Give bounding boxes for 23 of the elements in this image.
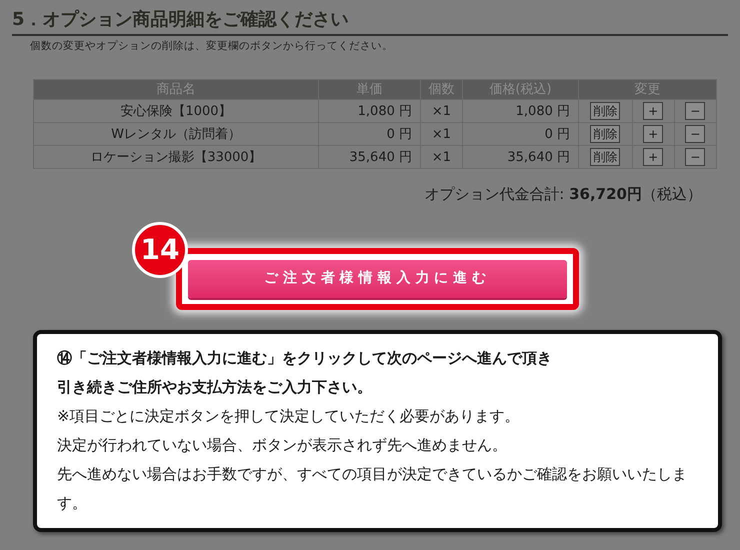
note-text: 決定が行われていない場合、ボタンが表示されず先へ進めません。 [57, 435, 508, 456]
note-text: ⑭「ご注文者様情報入力に進む」をクリックして次のページへ進んで頂き [57, 348, 553, 369]
table-cell: ロケーション撮影【33000】 [34, 146, 318, 169]
note-text: 先へ進めない場合はお手数ですが、すべての項目が決定できているかご確認をお願いいたします。 [57, 464, 688, 514]
table-cell: 35,640 円 [462, 146, 578, 169]
minus-button[interactable]: − [685, 148, 706, 166]
delete-button[interactable]: 削除 [590, 102, 620, 120]
options-total: オプション代金合計: 36,720円（税込） [424, 184, 702, 206]
minus-button[interactable]: − [685, 124, 706, 142]
plus-button[interactable]: + [643, 102, 664, 120]
plus-button[interactable]: + [643, 124, 664, 142]
table-cell: 35,640 円 [318, 146, 420, 169]
section-description: 個数の変更やオプションの削除は、変更欄のボタンから行ってください。 [30, 39, 394, 54]
section-title: 5．オプション商品明細をご確認ください [12, 8, 350, 32]
plus-button[interactable]: + [643, 148, 664, 166]
delete-button[interactable]: 削除 [590, 124, 620, 142]
step-badge: 14 [132, 222, 188, 278]
proceed-button[interactable]: ご注文者様情報入力に進む [188, 260, 567, 298]
minus-button[interactable]: − [685, 102, 706, 120]
note-text: ※項目ごとに決定ボタンを押して決定していただく必要があります。 [57, 406, 521, 427]
delete-button[interactable]: 削除 [590, 148, 620, 166]
table-cell: ×1 [420, 146, 462, 169]
note-text: 引き続きご住所やお支払方法をご入力下さい。 [57, 377, 373, 398]
